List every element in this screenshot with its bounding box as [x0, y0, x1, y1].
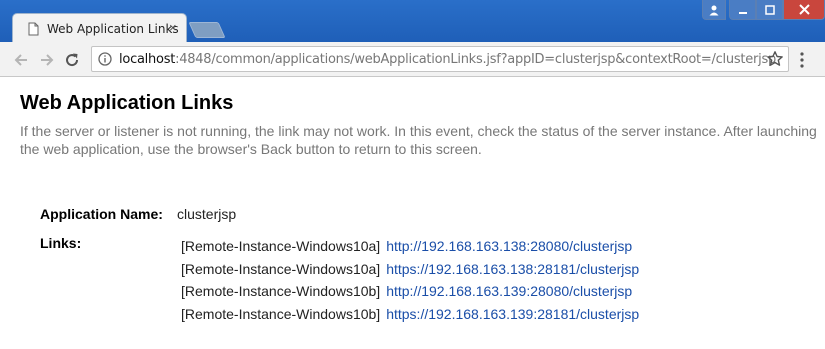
url-text: localhost:4848/common/applications/webAp… — [119, 52, 776, 67]
close-icon[interactable]: × — [169, 21, 177, 35]
instance-link[interactable]: http://192.168.163.138:28080/clusterjsp — [386, 238, 632, 254]
instance-link[interactable]: http://192.168.163.139:28080/clusterjsp — [386, 283, 632, 299]
maximize-icon[interactable] — [756, 0, 783, 20]
links-list: [Remote-Instance-Windows10a] http://192.1… — [181, 237, 639, 327]
page-description: If the server or listener is not running… — [20, 123, 817, 157]
instance-link[interactable]: https://192.168.163.139:28181/clusterjsp — [386, 306, 639, 322]
forward-icon[interactable] — [38, 51, 56, 69]
link-row: [Remote-Instance-Windows10b] http://192.1… — [181, 282, 639, 305]
user-icon[interactable] — [702, 0, 726, 20]
link-row: [Remote-Instance-Windows10a] http://192.1… — [181, 237, 639, 260]
menu-icon[interactable] — [797, 51, 807, 69]
page-icon — [28, 22, 39, 36]
instance-name: [Remote-Instance-Windows10b] — [181, 305, 381, 322]
instance-name: [Remote-Instance-Windows10b] — [181, 283, 381, 299]
browser-tab[interactable]: Web Application Links × — [12, 13, 187, 43]
star-icon[interactable] — [766, 50, 784, 68]
window-close-icon[interactable] — [783, 0, 825, 20]
url-host: localhost — [119, 52, 176, 67]
instance-name: [Remote-Instance-Windows10a] — [181, 238, 381, 254]
reload-icon[interactable] — [63, 51, 81, 69]
url-path: :4848/common/applications/webApplication… — [175, 52, 776, 67]
minimize-icon[interactable] — [729, 0, 756, 20]
application-name-label: Application Name: — [40, 206, 163, 222]
link-row: [Remote-Instance-Windows10a] https://192.… — [181, 260, 639, 283]
browser-toolbar: localhost:4848/common/applications/webAp… — [0, 42, 825, 77]
instance-link[interactable]: https://192.168.163.138:28181/clusterjsp — [386, 261, 639, 277]
address-bar[interactable]: localhost:4848/common/applications/webAp… — [91, 46, 789, 72]
link-row: [Remote-Instance-Windows10b] https://192.… — [181, 305, 639, 328]
page-title: Web Application Links — [20, 92, 234, 114]
back-icon[interactable] — [12, 51, 30, 69]
instance-name: [Remote-Instance-Windows10a] — [181, 260, 381, 277]
info-icon[interactable] — [98, 52, 112, 66]
application-name-value: clusterjsp — [177, 206, 237, 222]
links-label: Links: — [40, 235, 82, 251]
tab-title: Web Application Links — [47, 22, 179, 36]
new-tab-button[interactable] — [188, 22, 226, 38]
browser-titlebar: Web Application Links × — [0, 0, 825, 43]
